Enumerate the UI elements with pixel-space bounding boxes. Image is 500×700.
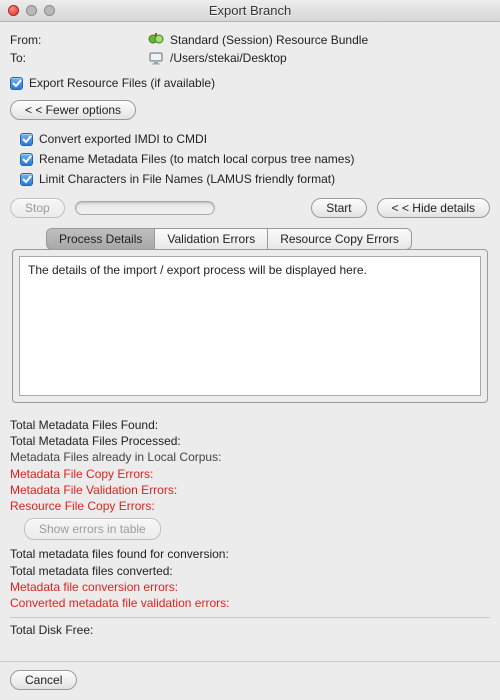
stop-button[interactable]: Stop <box>10 198 65 218</box>
convert-cmdi-label: Convert exported IMDI to CMDI <box>39 132 207 146</box>
stat-disk-free: Total Disk Free: <box>10 622 490 638</box>
footer: Cancel <box>0 661 500 700</box>
from-value: Standard (Session) Resource Bundle <box>170 33 368 47</box>
divider <box>10 617 490 618</box>
stat-already-in-corpus: Metadata Files already in Local Corpus: <box>10 449 490 465</box>
from-row: From: Standard (Session) Resource Bundle <box>10 32 490 48</box>
desktop-icon <box>148 50 164 66</box>
limit-chars-checkbox[interactable]: Limit Characters in File Names (LAMUS fr… <box>20 172 490 186</box>
options-group: Convert exported IMDI to CMDI Rename Met… <box>10 120 490 190</box>
stat-copy-errors: Metadata File Copy Errors: <box>10 466 490 482</box>
window-body: From: Standard (Session) Resource Bundle… <box>0 22 500 638</box>
to-icon-cell <box>60 50 170 66</box>
hide-details-button[interactable]: < < Hide details <box>377 198 490 218</box>
stat-validation-errors: Metadata File Validation Errors: <box>10 482 490 498</box>
titlebar: Export Branch <box>0 0 500 22</box>
stat-resource-copy-errors: Resource File Copy Errors: <box>10 498 490 514</box>
from-label: From: <box>10 33 60 47</box>
stat-total-found: Total Metadata Files Found: <box>10 417 490 433</box>
checkmark-icon <box>20 133 33 146</box>
action-row: Stop Start < < Hide details <box>10 198 490 218</box>
fewer-options-button[interactable]: < < Fewer options <box>10 100 136 120</box>
progress-bar <box>75 201 215 215</box>
show-errors-button[interactable]: Show errors in table <box>24 518 161 540</box>
bundle-icon <box>148 32 164 48</box>
from-icon-cell <box>60 32 170 48</box>
export-resource-files-checkbox[interactable]: Export Resource Files (if available) <box>10 76 490 90</box>
start-button[interactable]: Start <box>311 198 366 218</box>
stat-converted-validation-errors: Converted metadata file validation error… <box>10 595 490 611</box>
export-resource-files-label: Export Resource Files (if available) <box>29 76 215 90</box>
rename-metadata-label: Rename Metadata Files (to match local co… <box>39 152 354 166</box>
window-controls <box>0 5 55 16</box>
tab-process-details[interactable]: Process Details <box>46 228 154 250</box>
tab-validation-errors[interactable]: Validation Errors <box>154 228 267 250</box>
checkmark-icon <box>20 173 33 186</box>
checkmark-icon <box>10 77 23 90</box>
tab-resource-copy-errors[interactable]: Resource Copy Errors <box>267 228 412 250</box>
rename-metadata-checkbox[interactable]: Rename Metadata Files (to match local co… <box>20 152 490 166</box>
to-value: /Users/stekai/Desktop <box>170 51 287 65</box>
stat-total-processed: Total Metadata Files Processed: <box>10 433 490 449</box>
to-label: To: <box>10 51 60 65</box>
tab-bar: Process Details Validation Errors Resour… <box>46 228 480 250</box>
tab-body: The details of the import / export proce… <box>12 249 488 403</box>
stat-conversion-errors: Metadata file conversion errors: <box>10 579 490 595</box>
cancel-button[interactable]: Cancel <box>10 670 77 690</box>
stats-block: Total Metadata Files Found: Total Metada… <box>10 417 490 638</box>
limit-chars-label: Limit Characters in File Names (LAMUS fr… <box>39 172 335 186</box>
to-row: To: /Users/stekai/Desktop <box>10 50 490 66</box>
window-title: Export Branch <box>0 3 500 18</box>
convert-cmdi-checkbox[interactable]: Convert exported IMDI to CMDI <box>20 132 490 146</box>
stat-conversion-converted: Total metadata files converted: <box>10 563 490 579</box>
zoom-window-icon <box>44 5 55 16</box>
minimize-window-icon <box>26 5 37 16</box>
process-details-textarea[interactable]: The details of the import / export proce… <box>19 256 481 396</box>
checkmark-icon <box>20 153 33 166</box>
stat-conversion-found: Total metadata files found for conversio… <box>10 546 490 562</box>
close-window-icon[interactable] <box>8 5 19 16</box>
